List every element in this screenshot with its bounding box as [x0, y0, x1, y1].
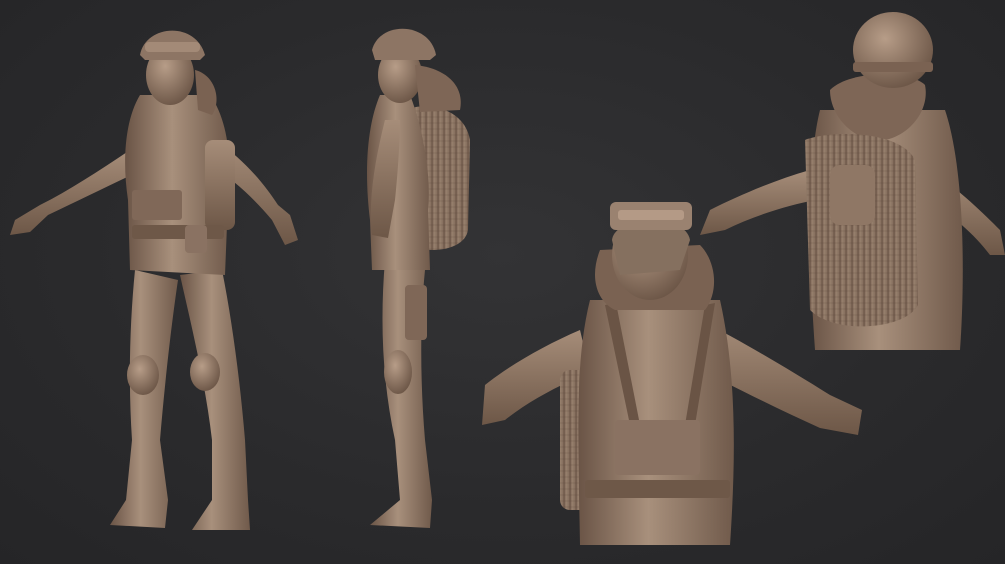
back-helmet-band [853, 62, 933, 72]
closeup-belt [585, 480, 730, 498]
backpack-side [205, 140, 235, 230]
side-hood [415, 65, 461, 112]
left-leg [110, 270, 178, 528]
sculpt-canvas [10, 12, 1005, 545]
closeup-goggle-lens [618, 210, 684, 220]
closeup-chest-pouches [615, 420, 700, 475]
belt [132, 225, 224, 239]
hip-pouch [185, 225, 207, 253]
back-helmet [853, 12, 933, 88]
hood [195, 70, 217, 115]
right-leg [180, 270, 250, 530]
back-backpack-flap [830, 165, 875, 225]
back-backpack [805, 134, 918, 327]
goggles [145, 42, 200, 52]
right-knee-pad [190, 353, 220, 391]
front-three-quarter-view [10, 30, 298, 530]
side-knee-pad [384, 350, 412, 394]
left-arm [10, 150, 138, 235]
back-left-arm [700, 170, 815, 235]
chest-pouches [132, 190, 182, 220]
torso-closeup-view [482, 202, 862, 545]
sculpt-render-sheet [0, 0, 1005, 564]
thigh-holster [405, 285, 427, 340]
left-knee-pad [127, 355, 159, 395]
side-helmet [372, 28, 436, 60]
back-closeup-view [700, 12, 1005, 350]
side-view [367, 28, 470, 528]
